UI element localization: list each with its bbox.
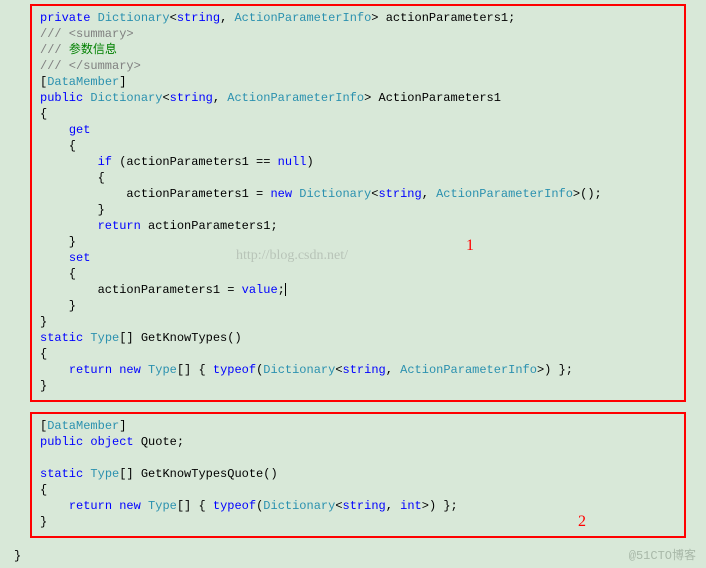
code-block-1-content: private Dictionary<string, ActionParamet…: [40, 10, 676, 394]
outer-closing-brace: }: [14, 548, 706, 564]
block-number-1: 1: [466, 238, 474, 254]
block-number-2: 2: [578, 514, 586, 530]
code-block-1: 1 private Dictionary<string, ActionParam…: [30, 4, 686, 402]
code-editor-viewport: 1 private Dictionary<string, ActionParam…: [0, 0, 706, 568]
text-cursor: [285, 283, 286, 296]
code-block-2: 2 [DataMember] public object Quote; stat…: [30, 412, 686, 538]
